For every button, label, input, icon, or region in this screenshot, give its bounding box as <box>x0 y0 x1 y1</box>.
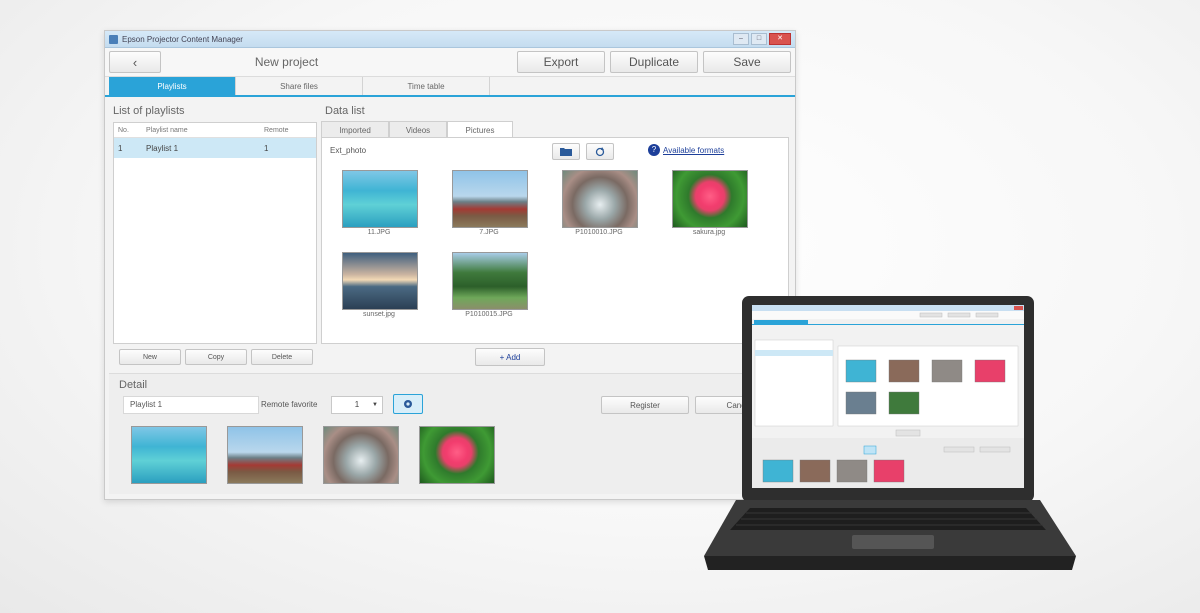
mini-thumbnail <box>931 359 963 383</box>
mini-btn-3 <box>975 312 999 318</box>
mini-thumbnail <box>845 391 877 415</box>
mini-thumbnail <box>845 359 877 383</box>
mini-thumbnail <box>762 459 794 483</box>
mini-thumbnail <box>888 391 920 415</box>
mini-register <box>943 446 975 453</box>
mini-tab-line <box>752 324 1024 325</box>
mini-btn-2 <box>947 312 971 318</box>
laptop-touchpad <box>852 535 934 549</box>
laptop-base-edge <box>704 556 1076 570</box>
mini-thumbnail <box>873 459 905 483</box>
mini-thumbnail <box>888 359 920 383</box>
mini-thumbnail <box>799 459 831 483</box>
mini-thumbnail <box>836 459 868 483</box>
mini-gear-btn <box>863 445 877 455</box>
mini-cancel <box>979 446 1011 453</box>
laptop-drawing <box>704 296 1076 570</box>
mini-titlebar <box>752 305 1024 311</box>
mini-close <box>1014 306 1023 310</box>
mini-btn-1 <box>919 312 943 318</box>
mini-thumbnail <box>974 359 1006 383</box>
mini-playlist-row <box>755 350 833 356</box>
mini-tab-active <box>754 320 808 324</box>
mini-add <box>895 429 921 437</box>
